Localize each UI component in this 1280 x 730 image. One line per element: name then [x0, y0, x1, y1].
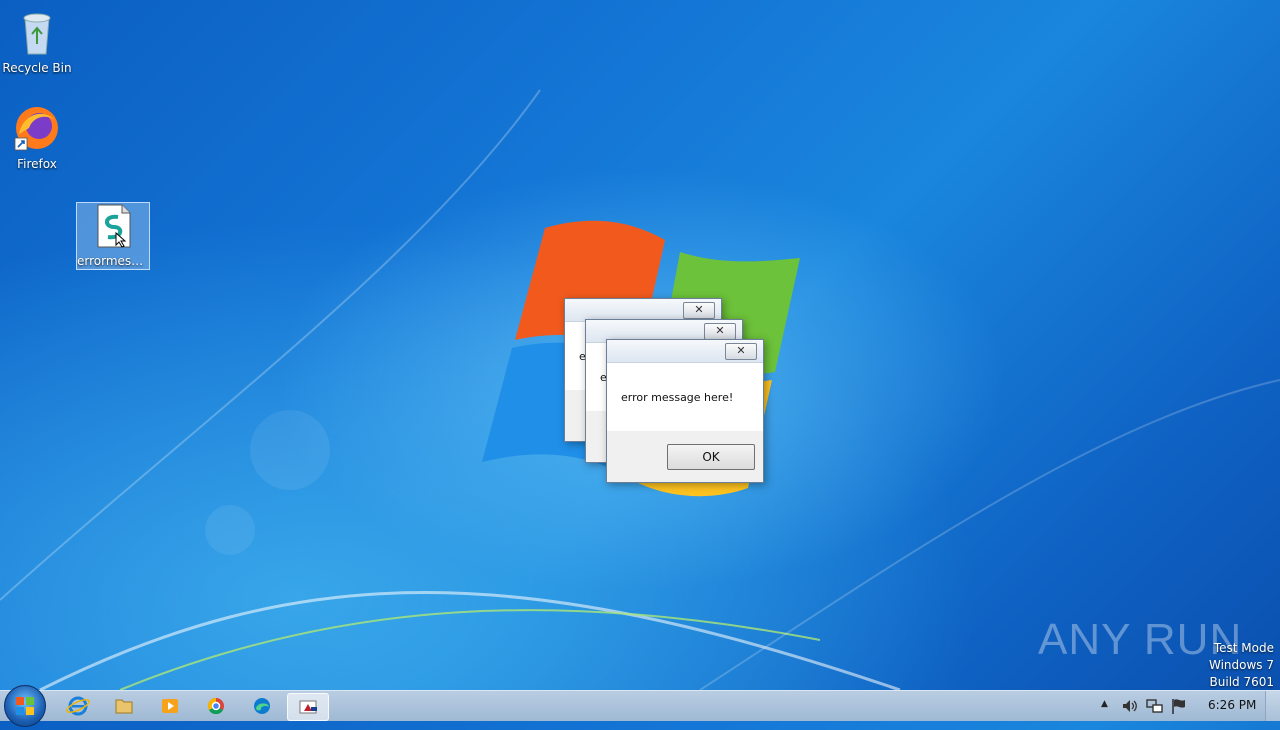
close-button[interactable]: ✕: [725, 343, 757, 360]
taskbar: ▲ 6:26 PM: [0, 685, 1280, 727]
start-button[interactable]: [4, 685, 46, 727]
folder-icon: [115, 699, 133, 714]
taskbar-clock[interactable]: 6:26 PM: [1208, 698, 1256, 712]
ok-button[interactable]: OK: [667, 444, 755, 470]
script-file-icon: [97, 204, 131, 248]
taskbar-file-explorer[interactable]: [104, 693, 144, 719]
windows-version-text: Windows 7: [1208, 658, 1274, 672]
desktop-icon-errormessage-script[interactable]: errormessa...: [76, 202, 150, 270]
close-icon: ✕: [736, 344, 746, 357]
taskbar-internet-explorer[interactable]: [58, 693, 98, 719]
build-number-text: Build 7601: [1209, 675, 1274, 689]
windows-build-info: Test Mode Windows 7 Build 7601: [1209, 640, 1274, 691]
recycle-bin-icon: [23, 13, 51, 55]
taskbar-chrome[interactable]: [196, 693, 236, 719]
windows-start-icon: [16, 697, 34, 715]
close-icon: ✕: [715, 324, 725, 337]
script-host-icon: [299, 700, 317, 714]
error-dialog-front[interactable]: ✕ error message here! OK: [606, 339, 764, 483]
edge-icon: [254, 698, 270, 714]
desktop-icon-label: Firefox: [17, 157, 57, 171]
action-center-flag-icon[interactable]: [1170, 697, 1188, 715]
volume-icon[interactable]: [1121, 697, 1139, 715]
internet-explorer-icon: [66, 696, 90, 716]
close-button[interactable]: ✕: [704, 323, 736, 340]
close-icon: ✕: [694, 303, 704, 316]
dialog-content: error message here!: [607, 363, 763, 431]
show-desktop-button[interactable]: [1265, 691, 1280, 721]
dialog-message: error message here!: [621, 391, 734, 404]
chrome-icon: [207, 697, 224, 715]
taskbar-script-host[interactable]: [287, 693, 329, 721]
close-button[interactable]: ✕: [683, 302, 715, 319]
desktop-icon-label: Recycle Bin: [2, 61, 72, 75]
desktop-icon-firefox[interactable]: Firefox: [1, 104, 73, 171]
dialog-titlebar[interactable]: ✕: [607, 340, 763, 363]
desktop-icon-label: errormessa...: [77, 254, 149, 268]
firefox-icon: [14, 107, 58, 151]
media-player-icon: [162, 699, 178, 713]
network-icon[interactable]: [1146, 697, 1164, 715]
desktop-icon-recycle-bin[interactable]: Recycle Bin: [1, 8, 73, 75]
test-mode-text: Test Mode: [1213, 641, 1274, 655]
taskbar-media-player[interactable]: [150, 693, 190, 719]
taskbar-edge[interactable]: [242, 693, 282, 719]
tray-overflow-arrow[interactable]: ▲: [1101, 699, 1108, 709]
